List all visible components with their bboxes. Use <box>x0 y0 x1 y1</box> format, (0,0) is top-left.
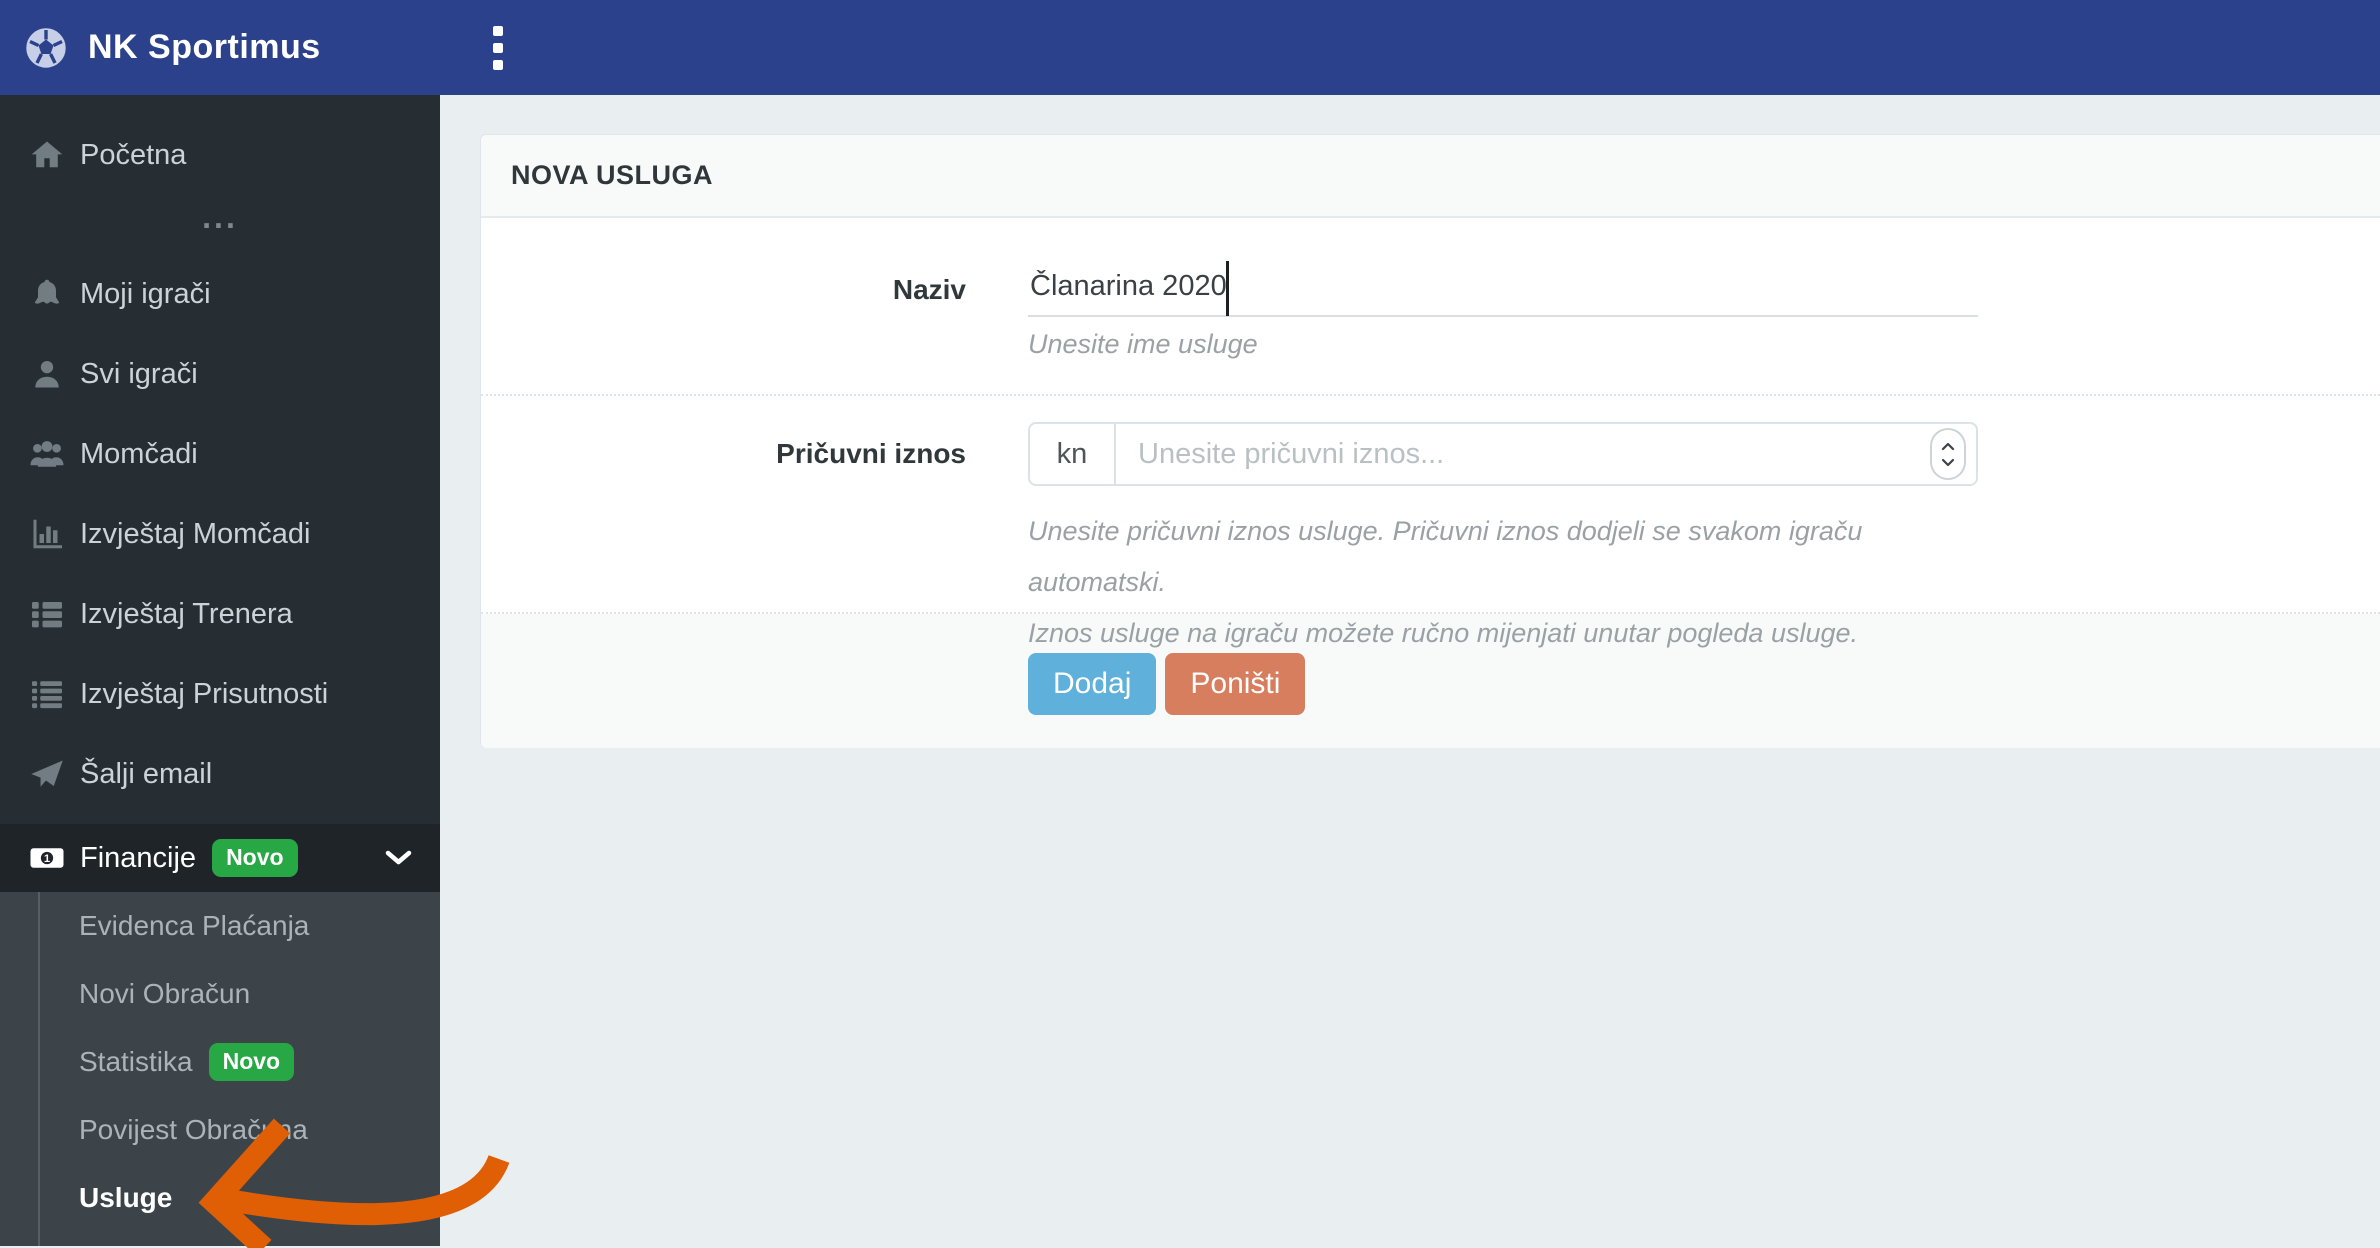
sidebar-item-label: Izvještaj Momčadi <box>80 517 311 550</box>
brand-title: NK Sportimus <box>88 28 321 66</box>
sidebar-item-label: Momčadi <box>80 437 198 470</box>
list-icon <box>24 596 70 632</box>
sidebar-item-label: Šalji email <box>80 757 213 790</box>
submenu-item-povijest-obracuna[interactable]: Povijest Obračuna <box>0 1096 440 1164</box>
soccer-ball-icon <box>23 25 69 70</box>
submenu-item-label: Statistika <box>79 1046 193 1077</box>
currency-prefix: kn <box>1030 424 1116 484</box>
naziv-form-row: Naziv Unesite ime usluge <box>481 218 2380 396</box>
brand[interactable]: NK Sportimus <box>22 24 321 72</box>
naziv-helper-text: Unesite ime usluge <box>1028 329 1258 359</box>
naziv-label: Naziv <box>892 274 966 305</box>
bar-chart-icon <box>24 516 70 552</box>
sidebar-ellipsis-divider: ... <box>202 199 238 235</box>
naziv-input[interactable] <box>1028 270 1978 317</box>
bell-icon <box>24 276 70 312</box>
submenu-item-label: Povijest Obračuna <box>79 1114 308 1145</box>
home-icon <box>24 137 70 173</box>
spinner-up-icon <box>1941 442 1955 450</box>
novo-badge: Novo <box>208 1043 295 1081</box>
sidebar-item-label: Financije <box>80 841 197 874</box>
sidebar-item-moji-igraci[interactable]: Moji igrači <box>0 254 440 334</box>
iznos-label: Pričuvni iznos <box>776 438 966 469</box>
submenu-item-statistika[interactable]: Statistika Novo <box>0 1028 440 1096</box>
sidebar-item-svi-igraci[interactable]: Svi igrači <box>0 334 440 414</box>
iznos-input[interactable] <box>1116 437 1930 471</box>
submenu-item-novi-obracun[interactable]: Novi Obračun <box>0 960 440 1028</box>
sidebar-item-pocetna[interactable]: Početna <box>0 115 440 195</box>
sidebar-item-label: Početna <box>80 138 187 171</box>
ponisti-button[interactable]: Poništi <box>1165 653 1306 715</box>
iznos-form-row: Pričuvni iznos kn Unesite pričuvni iznos… <box>481 396 2380 648</box>
submenu-item-evidenca-placanja[interactable]: Evidenca Plaćanja <box>0 892 440 960</box>
financije-submenu: Evidenca Plaćanja Novi Obračun Statistik… <box>0 892 440 1246</box>
submenu-item-label: Usluge <box>79 1182 173 1213</box>
sidebar-item-label: Svi igrači <box>80 357 198 390</box>
dodaj-button[interactable]: Dodaj <box>1028 653 1157 715</box>
sidebar-item-label: Izvještaj Trenera <box>80 597 293 630</box>
top-navbar: NK Sportimus <box>0 0 2380 95</box>
iznos-helper-line-2: Iznos usluge na igraču možete ručno mije… <box>1028 618 1859 648</box>
sidebar-item-momcadi[interactable]: Momčadi <box>0 414 440 494</box>
main-content: NOVA USLUGA Naziv Unesite ime usluge Pri… <box>440 95 2380 1246</box>
money-icon: 1 <box>24 840 70 876</box>
sidebar-item-financije[interactable]: 1 Financije Novo <box>0 824 440 892</box>
number-spinner[interactable] <box>1930 428 1966 480</box>
paper-plane-icon <box>24 756 70 792</box>
svg-text:1: 1 <box>44 853 50 865</box>
list-dense-icon <box>24 676 70 712</box>
nova-usluga-panel: NOVA USLUGA Naziv Unesite ime usluge Pri… <box>480 134 2380 748</box>
iznos-helper-line-1: Unesite pričuvni iznos usluge. Pričuvni … <box>1028 516 1863 597</box>
submenu-item-label: Evidenca Plaćanja <box>79 910 310 941</box>
sidebar-item-label: Izvještaj Prisutnosti <box>80 677 329 710</box>
sidebar-item-izvjestaj-trenera[interactable]: Izvještaj Trenera <box>0 574 440 654</box>
panel-title: NOVA USLUGA <box>511 160 714 190</box>
kebab-menu-button[interactable] <box>468 0 528 95</box>
iznos-helper-text: Unesite pričuvni iznos usluge. Pričuvni … <box>1028 506 1978 659</box>
sidebar-item-label: Moji igrači <box>80 277 211 310</box>
spinner-down-icon <box>1941 458 1955 466</box>
sidebar-item-salji-email[interactable]: Šalji email <box>0 734 440 814</box>
user-icon <box>24 356 70 392</box>
users-icon <box>24 436 70 472</box>
text-caret <box>1226 261 1229 316</box>
sidebar: Početna ... Moji igrači Svi igrači Momča… <box>0 95 440 1246</box>
kebab-menu-icon <box>493 25 503 70</box>
iznos-input-group: kn <box>1028 422 1978 486</box>
sidebar-item-izvjestaj-momcadi[interactable]: Izvještaj Momčadi <box>0 494 440 574</box>
submenu-item-usluge[interactable]: Usluge <box>0 1164 440 1232</box>
chevron-down-icon <box>385 824 412 892</box>
panel-header: NOVA USLUGA <box>481 135 2380 218</box>
sidebar-item-izvjestaj-prisutnosti[interactable]: Izvještaj Prisutnosti <box>0 654 440 734</box>
submenu-item-label: Novi Obračun <box>79 978 251 1009</box>
novo-badge: Novo <box>212 839 298 877</box>
